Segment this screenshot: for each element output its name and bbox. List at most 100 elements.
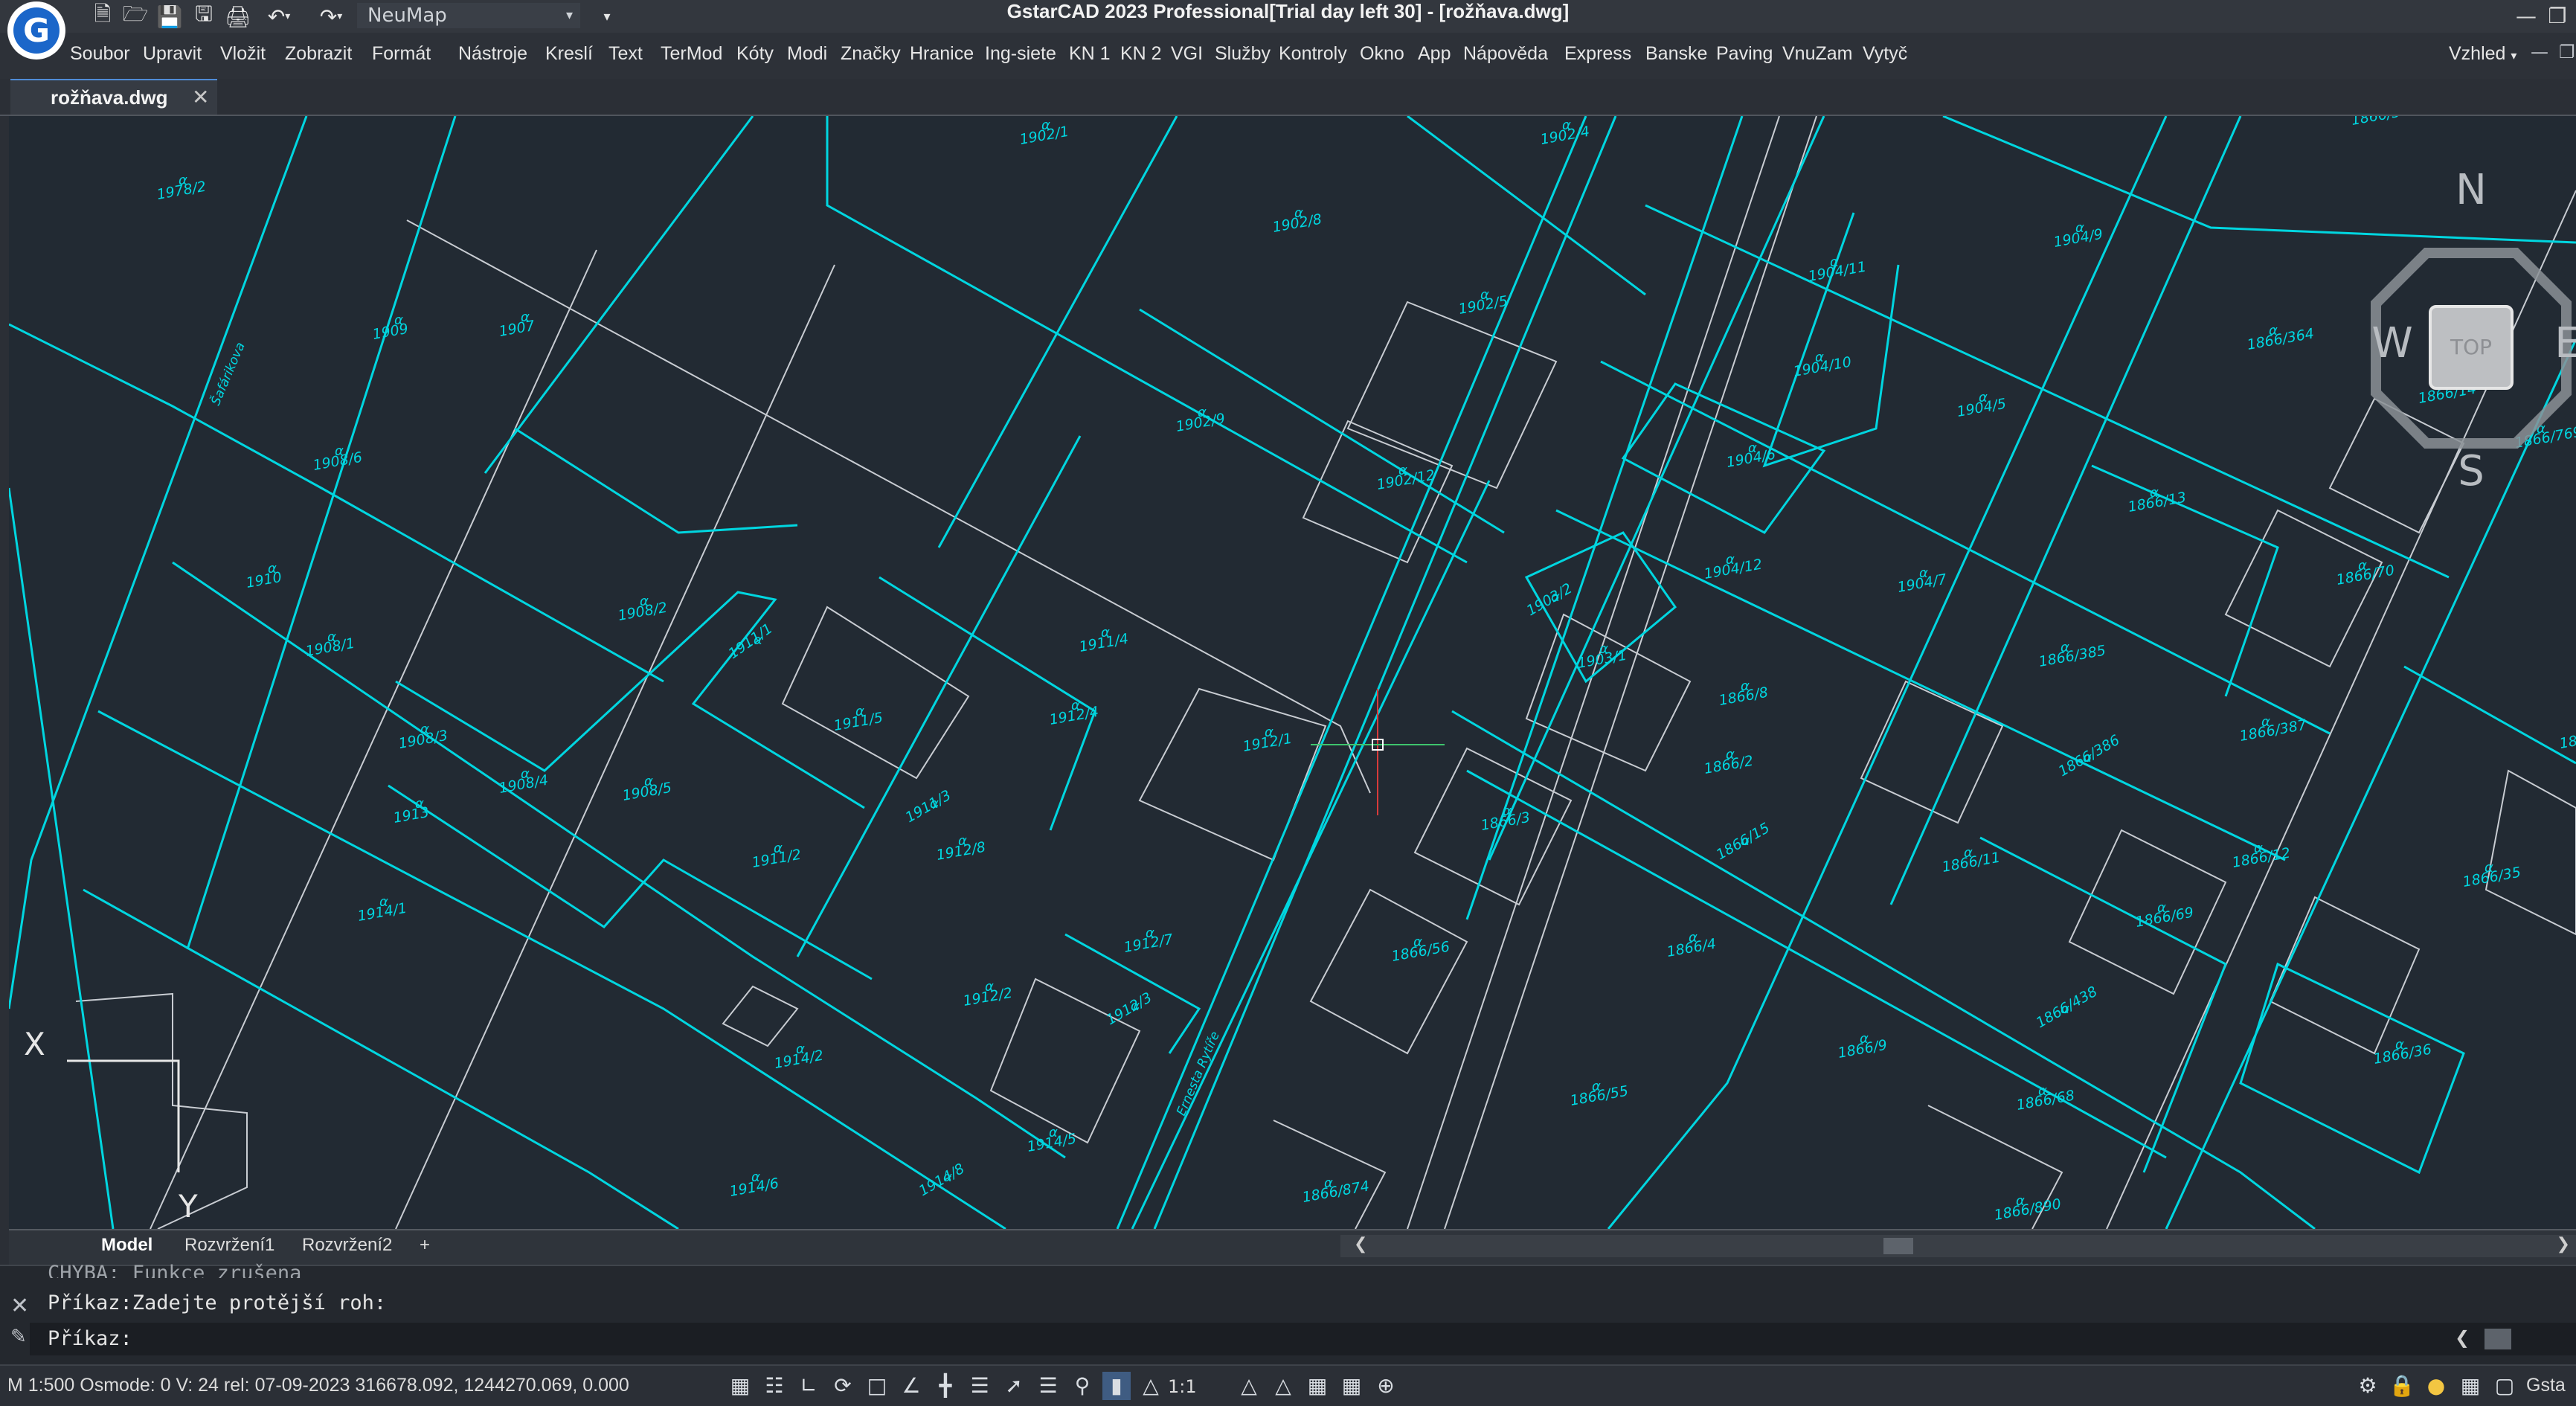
ducs-icon[interactable]: ╋ [931, 1372, 960, 1400]
parcel-marker: α [2269, 323, 2278, 338]
compass-e[interactable]: E [2554, 319, 2576, 367]
settings-gear-icon[interactable]: ⚙ [2354, 1372, 2382, 1400]
menu-koty[interactable]: Kóty [736, 43, 774, 65]
menu-kn2[interactable]: KN 2 [1120, 43, 1162, 65]
tab-rozvrzeni2[interactable]: Rozvržení2 [302, 1235, 392, 1256]
command-scroll-thumb[interactable] [2485, 1329, 2511, 1349]
minimize-window-button[interactable]: — [2511, 3, 2541, 30]
menu-termod[interactable]: TerMod [661, 43, 722, 65]
compass-w[interactable]: W [2371, 319, 2412, 367]
selection-cycling-icon[interactable]: ➚ [1000, 1372, 1028, 1400]
hardware-acceleration-icon[interactable]: ▦ [1303, 1372, 1332, 1400]
menu-znacky[interactable]: Značky [841, 43, 901, 65]
parcel-line [2403, 665, 2576, 765]
menu-kresli[interactable]: Kreslí [545, 43, 593, 65]
undo-icon[interactable]: ↶ ▾ [259, 3, 299, 30]
menu-zobrazit[interactable]: Zobrazit [285, 43, 352, 65]
parcel-marker: α [1146, 925, 1154, 941]
snap-icon[interactable]: ☷ [760, 1372, 788, 1400]
osnap-icon[interactable]: □ [863, 1372, 891, 1400]
document-tab[interactable]: rožňava.dwg ✕ [10, 79, 217, 115]
tab-rozvrzeni1[interactable]: Rozvržení1 [184, 1235, 274, 1256]
menu-hranice[interactable]: Hranice [910, 43, 974, 65]
menu-kontroly[interactable]: Kontroly [1279, 43, 1347, 65]
menu-banske[interactable]: Banske [1645, 43, 1707, 65]
parcel-marker: α [855, 704, 864, 719]
zoom-icon[interactable]: ⚲ [1068, 1372, 1096, 1400]
command-pencil-icon: ✎ [10, 1326, 27, 1348]
new-file-icon[interactable]: 🗎 [88, 1, 118, 30]
full-screen-icon[interactable]: ▦ [1337, 1372, 1366, 1400]
workspace-icon[interactable]: ▦ [2456, 1372, 2485, 1400]
scrollbar-thumb[interactable] [1883, 1238, 1913, 1254]
doc-minimize-icon[interactable]: — [2531, 42, 2548, 62]
menu-vzhled[interactable]: Vzhled ▾ [2449, 43, 2516, 65]
parcel-line [484, 116, 754, 474]
scroll-left-icon[interactable]: ❮ [2455, 1327, 2470, 1348]
isolate-icon[interactable]: ⊕ [1372, 1372, 1400, 1400]
menu-nastroje[interactable]: Nástroje [458, 43, 527, 65]
close-command-window-icon[interactable]: ✕ [10, 1293, 29, 1319]
print-icon[interactable]: 🖨 [223, 3, 253, 30]
menu-okno[interactable]: Okno [1360, 43, 1404, 65]
parcel-marker: α [1131, 998, 1140, 1014]
menu-text[interactable]: Text [608, 43, 643, 65]
model-space-icon[interactable]: ▮ [1102, 1372, 1131, 1400]
horizontal-scrollbar[interactable]: ❮ ❯ [1340, 1235, 2576, 1257]
add-layout-tab[interactable]: + [420, 1235, 430, 1256]
grid-icon[interactable]: ▦ [726, 1372, 754, 1400]
lightbulb-icon[interactable]: ● [2422, 1372, 2450, 1400]
tab-model[interactable]: Model [101, 1235, 152, 1256]
menu-modi[interactable]: Modi [787, 43, 827, 65]
open-folder-icon[interactable]: 🗁 [121, 1, 150, 30]
parcel-marker: α [1049, 1125, 1058, 1140]
lock-icon[interactable]: 🔒 [2388, 1372, 2416, 1400]
menu-sluzby[interactable]: Služby [1215, 43, 1271, 65]
menu-kn1[interactable]: KN 1 [1069, 43, 1111, 65]
parcel-label: 1866/385 [2037, 642, 2107, 670]
menu-napoveda[interactable]: Nápověda [1463, 43, 1548, 65]
layers-icon[interactable]: ☰ [1034, 1372, 1062, 1400]
menu-express[interactable]: Express [1564, 43, 1631, 65]
drawing-canvas[interactable]: X Y 1902/1α1902/4α1866/363α1978/2α1902/8… [9, 116, 2576, 1229]
annotation-scale-icon[interactable]: △ [1137, 1372, 1165, 1400]
polar-tracking-icon[interactable]: ⟳ [829, 1372, 857, 1400]
redo-icon[interactable]: ↷ ▾ [311, 3, 351, 30]
menu-app[interactable]: App [1418, 43, 1451, 65]
lineweight-icon[interactable]: ☰ [966, 1372, 994, 1400]
compass-s[interactable]: S [2458, 447, 2485, 495]
clean-screen-icon[interactable]: ▢ [2490, 1372, 2519, 1400]
parcel-marker: α [796, 1041, 805, 1057]
app-logo-button[interactable]: G [7, 1, 65, 60]
auto-scale-icon[interactable]: △ [1269, 1372, 1297, 1400]
save-as-icon[interactable]: 🖫 [189, 1, 219, 30]
ortho-icon[interactable]: ∟ [794, 1372, 823, 1400]
menu-vnuzam[interactable]: VnuZam [1782, 43, 1852, 65]
parcel-marker: α [2157, 900, 2166, 916]
otrack-icon[interactable]: ∠ [897, 1372, 925, 1400]
scroll-right-icon[interactable]: ❯ [2557, 1235, 2570, 1253]
restore-window-button[interactable]: ❐ [2543, 3, 2572, 30]
workspace-value: NeuMap [367, 4, 447, 27]
menu-soubor[interactable]: Soubor [70, 43, 130, 65]
menu-format[interactable]: Formát [372, 43, 431, 65]
command-input[interactable]: Příkaz: ❮ [30, 1323, 2576, 1355]
compass-n[interactable]: N [2455, 166, 2487, 214]
menu-vgi[interactable]: VGI [1171, 43, 1203, 65]
close-icon[interactable]: ✕ [192, 85, 209, 109]
menu-paving[interactable]: Paving [1716, 43, 1773, 65]
annotation-scale-value[interactable]: 1:1 [1168, 1376, 1197, 1397]
menu-upravit[interactable]: Upravit [143, 43, 202, 65]
parcel-label: 1866/364 [2246, 325, 2315, 353]
building-shape [1346, 301, 1558, 489]
parcel-marker: α [335, 443, 344, 459]
menu-vytyc[interactable]: Vytyč [1863, 43, 1907, 65]
doc-restore-icon[interactable]: ❐ [2559, 42, 2575, 62]
save-icon[interactable]: 💾 [155, 3, 184, 30]
annotation-visibility-icon[interactable]: △ [1235, 1372, 1263, 1400]
menu-vlozit[interactable]: Vložit [220, 43, 266, 65]
menu-ing-siete[interactable]: Ing-siete [985, 43, 1056, 65]
workspace-select[interactable]: NeuMap ▾ [357, 3, 580, 28]
scroll-left-icon[interactable]: ❮ [1354, 1235, 1367, 1253]
customize-toolbar-icon[interactable]: ▾ [592, 3, 622, 30]
